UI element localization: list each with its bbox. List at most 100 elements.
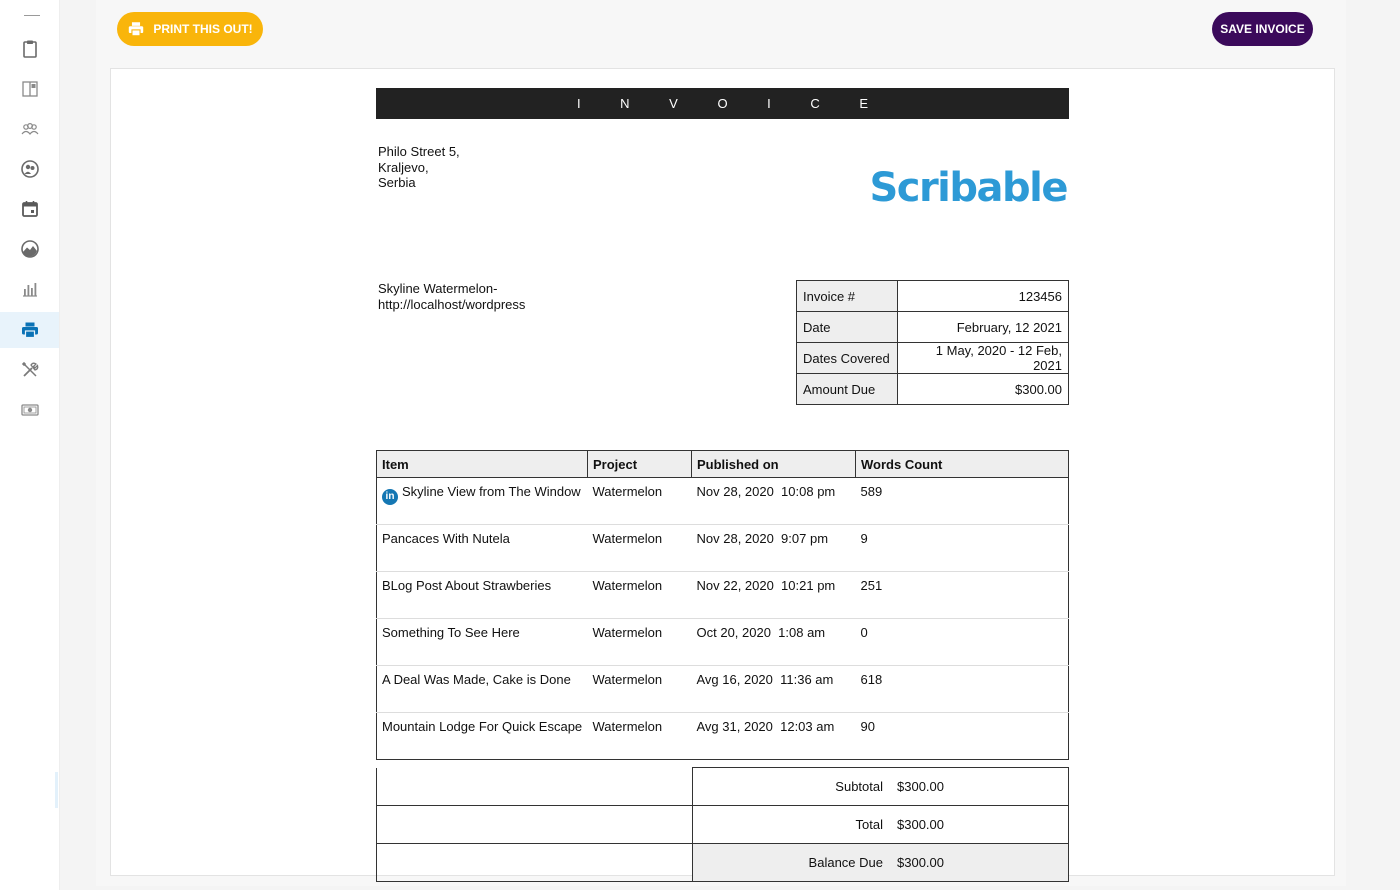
tools-icon xyxy=(21,361,38,377)
book-icon xyxy=(21,81,38,97)
item-title: Skyline View from The Window xyxy=(402,484,581,499)
totals-value: $300.00 xyxy=(897,767,1069,806)
meta-label: Dates Covered xyxy=(796,342,898,374)
words-cell: 251 xyxy=(855,571,1069,619)
words-cell: 589 xyxy=(855,477,1069,525)
invoice-meta-table: Invoice # 123456 Date February, 12 2021 … xyxy=(796,280,1069,405)
project-cell: Watermelon xyxy=(587,665,692,713)
main-content: PRINT THIS OUT! SAVE INVOICE I N V O I C… xyxy=(96,0,1346,886)
sidebar-item-users[interactable] xyxy=(0,151,59,187)
address-line: Kraljevo, xyxy=(378,159,429,175)
invoice-title: I N V O I C E xyxy=(576,96,887,111)
sidebar-item-money[interactable] xyxy=(0,392,59,428)
calendar-icon xyxy=(21,201,38,217)
totals-table: Subtotal $300.00 Total $300.00 Balance D… xyxy=(376,767,1069,882)
table-row: in Skyline View from The Window Watermelo… xyxy=(376,477,1069,525)
bar-chart-icon xyxy=(22,283,37,297)
words-cell: 618 xyxy=(855,665,1069,713)
totals-spacer xyxy=(376,767,693,806)
column-header: Project xyxy=(587,450,692,478)
words-cell: 9 xyxy=(855,524,1069,572)
meta-value: 1 May, 2020 - 12 Feb, 2021 xyxy=(897,342,1069,374)
client-name: Skyline Watermelon- xyxy=(378,281,498,296)
logo-text: Scribable xyxy=(871,165,1067,211)
totals-value: $300.00 xyxy=(897,843,1069,882)
totals-spacer xyxy=(376,843,693,882)
project-cell: Watermelon xyxy=(587,618,692,666)
invoice-title-bar: I N V O I C E xyxy=(376,88,1069,119)
items-table: Item Project Published on Words Count in… xyxy=(376,450,1069,760)
table-row: Pancaces With Nutela Watermelon Nov 28, … xyxy=(376,524,1069,572)
sidebar-item-print[interactable] xyxy=(0,312,59,348)
chart-pie-icon xyxy=(20,240,39,258)
published-cell: Nov 28, 2020 9:07 pm xyxy=(691,524,856,572)
totals-label: Balance Due xyxy=(692,843,897,882)
save-button-label: SAVE INVOICE xyxy=(1220,22,1305,36)
invoice-sheet: I N V O I C E Philo Street 5, Kraljevo, … xyxy=(110,68,1335,882)
save-invoice-button[interactable]: SAVE INVOICE xyxy=(1212,12,1313,46)
printer-icon xyxy=(129,22,144,37)
table-row: BLog Post About Strawberies Watermelon N… xyxy=(376,571,1069,619)
sidebar-item-bar-chart[interactable] xyxy=(0,271,59,307)
item-cell[interactable]: in Skyline View from The Window xyxy=(376,477,588,525)
meta-value: February, 12 2021 xyxy=(897,311,1069,343)
clipboard-icon xyxy=(22,40,37,58)
published-cell: Oct 20, 2020 1:08 am xyxy=(691,618,856,666)
meta-label: Amount Due xyxy=(796,373,898,405)
linkedin-icon: in xyxy=(382,489,398,505)
totals-spacer xyxy=(376,805,693,844)
totals-row: Total $300.00 xyxy=(376,805,1069,844)
meta-row: Dates Covered 1 May, 2020 - 12 Feb, 2021 xyxy=(796,342,1069,374)
words-cell: 90 xyxy=(855,712,1069,760)
column-header: Published on xyxy=(691,450,856,478)
project-cell: Watermelon xyxy=(587,571,692,619)
print-button-label: PRINT THIS OUT! xyxy=(153,22,253,36)
column-header: Item xyxy=(376,450,588,478)
sidebar-scroll-indicator xyxy=(55,772,58,808)
sidebar-item-clipboard[interactable] xyxy=(0,31,59,67)
sidebar-item-calendar[interactable] xyxy=(0,191,59,227)
totals-label: Total xyxy=(692,805,897,844)
meta-row: Invoice # 123456 xyxy=(796,280,1069,312)
sidebar-item-tools[interactable] xyxy=(0,352,59,388)
meta-value: 123456 xyxy=(897,280,1069,312)
meta-row: Date February, 12 2021 xyxy=(796,311,1069,343)
scribable-logo: Scribable xyxy=(871,165,1069,211)
totals-value: $300.00 xyxy=(897,805,1069,844)
item-cell[interactable]: A Deal Was Made, Cake is Done xyxy=(376,665,588,713)
sidebar-item-team[interactable] xyxy=(0,111,59,147)
published-cell: Avg 31, 2020 12:03 am xyxy=(691,712,856,760)
published-cell: Nov 28, 2020 10:08 pm xyxy=(691,477,856,525)
sidebar-item-chart-pie[interactable] xyxy=(0,231,59,267)
table-row: A Deal Was Made, Cake is Done Watermelon… xyxy=(376,665,1069,713)
table-header-row: Item Project Published on Words Count xyxy=(376,450,1069,478)
client-url: http://localhost/wordpress xyxy=(378,296,526,312)
meta-value: $300.00 xyxy=(897,373,1069,405)
table-row: Mountain Lodge For Quick Escape Watermel… xyxy=(376,712,1069,760)
meta-label: Invoice # xyxy=(796,280,898,312)
users-circle-icon xyxy=(20,160,39,178)
project-cell: Watermelon xyxy=(587,524,692,572)
words-cell: 0 xyxy=(855,618,1069,666)
published-cell: Nov 22, 2020 10:21 pm xyxy=(691,571,856,619)
item-cell[interactable]: Something To See Here xyxy=(376,618,588,666)
address-line: Serbia xyxy=(378,175,416,190)
address-line: Philo Street 5, xyxy=(378,144,460,159)
project-cell: Watermelon xyxy=(587,712,692,760)
print-button[interactable]: PRINT THIS OUT! xyxy=(117,12,263,46)
table-row: Something To See Here Watermelon Oct 20,… xyxy=(376,618,1069,666)
meta-label: Date xyxy=(796,311,898,343)
published-cell: Avg 16, 2020 11:36 am xyxy=(691,665,856,713)
sidebar-top-divider xyxy=(24,15,40,16)
money-icon xyxy=(20,404,39,416)
sidebar xyxy=(0,0,60,890)
column-header: Words Count xyxy=(855,450,1069,478)
printer-icon xyxy=(21,322,38,339)
item-cell[interactable]: Mountain Lodge For Quick Escape xyxy=(376,712,588,760)
project-cell: Watermelon xyxy=(587,477,692,525)
item-cell[interactable]: BLog Post About Strawberies xyxy=(376,571,588,619)
sidebar-item-book[interactable] xyxy=(0,71,59,107)
totals-row: Balance Due $300.00 xyxy=(376,843,1069,882)
client-info: Skyline Watermelon- http://localhost/wor… xyxy=(378,281,525,312)
item-cell[interactable]: Pancaces With Nutela xyxy=(376,524,588,572)
